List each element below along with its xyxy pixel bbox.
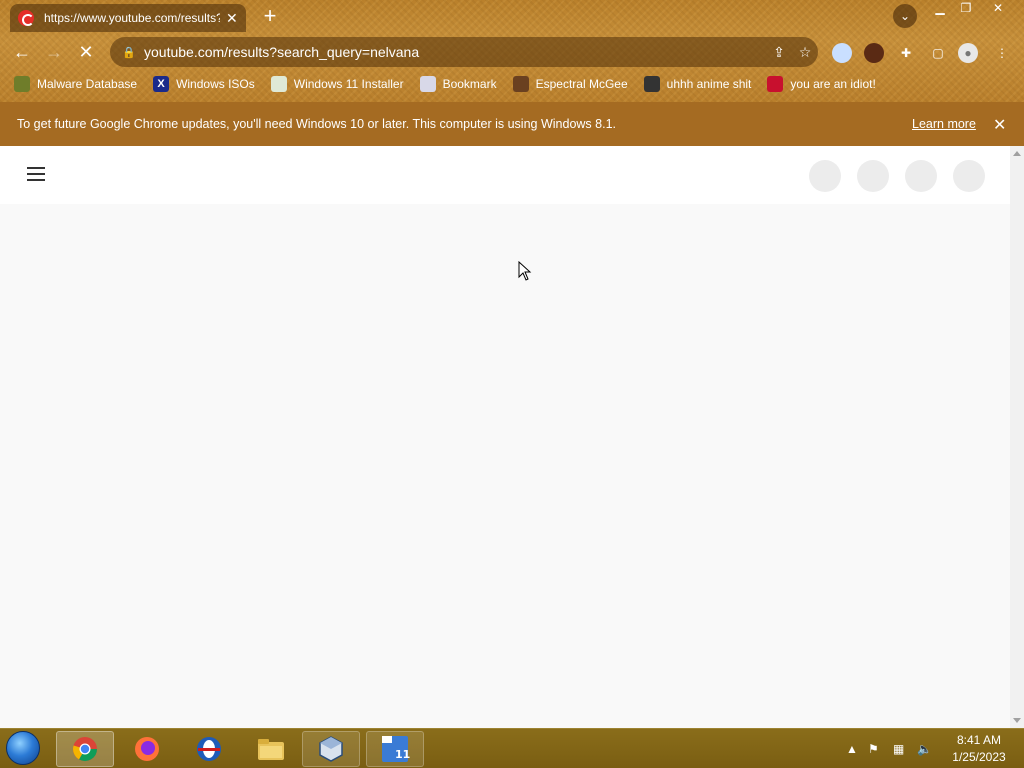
taskbar-opera[interactable] (180, 731, 238, 767)
placeholder-circle (809, 160, 841, 192)
youtube-masthead (0, 146, 1010, 204)
forward-button[interactable]: → (42, 40, 66, 64)
bookmark-malware-database[interactable]: Malware Database (14, 76, 137, 92)
extension-avatar-icon[interactable] (864, 43, 884, 63)
close-window-button[interactable]: ✕ (984, 0, 1012, 18)
bookmark-label: Espectral McGee (535, 77, 628, 91)
anime-face-icon (643, 76, 660, 92)
folder-icon (258, 739, 284, 760)
avatar-icon (512, 76, 529, 92)
scroll-down-arrow-icon[interactable] (1013, 718, 1021, 723)
youtube-icon (18, 10, 34, 26)
placeholder-circle (905, 160, 937, 192)
browser-tab[interactable]: https://www.youtube.com/results?search_q… (10, 4, 246, 32)
green-leaf-icon (14, 76, 30, 92)
bookmark-anime[interactable]: uhhh anime shit (643, 76, 752, 92)
bookmark-label: Malware Database (37, 77, 138, 91)
windows-11-icon: 11 (382, 736, 410, 762)
bookmark-windows-isos[interactable]: X Windows ISOs (153, 76, 255, 92)
windows-taskbar: 11 ▲ ⚑ ▦ 🔈 8:41 AM 1/25/2023 (0, 728, 1024, 768)
tab-title: https://www.youtube.com/results?search_q… (44, 11, 220, 25)
bookmark-label: Bookmark (442, 77, 497, 91)
taskbar-windows-11-vm[interactable]: 11 (366, 731, 424, 767)
clock-time: 8:41 AM (956, 733, 1002, 747)
back-button[interactable]: ← (10, 40, 34, 64)
bookmarks-bar: Malware Database X Windows ISOs Windows … (0, 72, 1024, 96)
taskbar-firefox[interactable] (118, 731, 176, 767)
windows-logo-icon (6, 731, 40, 765)
browser-toolbar: ← → ✕ 🔒 youtube.com/results?search_query… (0, 34, 1024, 70)
tab-search-icon[interactable]: ⌄ (893, 4, 917, 28)
share-icon[interactable]: ⇪ (766, 44, 792, 61)
bookmark-you-are-an-idiot[interactable]: you are an idiot! (767, 76, 876, 92)
extensions-puzzle-icon[interactable]: ✚ (896, 43, 916, 63)
flag-icon (767, 76, 784, 92)
close-tab-icon[interactable]: ✕ (226, 10, 238, 27)
update-infobar: To get future Google Chrome updates, you… (0, 102, 1024, 146)
scroll-up-arrow-icon[interactable] (1013, 151, 1021, 156)
placeholder-circle (953, 160, 985, 192)
restore-button[interactable]: ❐ (952, 0, 980, 18)
bookmark-label: Windows 11 Installer (293, 77, 404, 91)
chrome-icon (73, 737, 97, 762)
globe-icon (419, 76, 436, 92)
bookmark-windows-11-installer[interactable]: Windows 11 Installer (270, 76, 404, 92)
new-tab-button[interactable]: + (259, 5, 281, 28)
bookmark-star-icon[interactable]: ☆ (792, 44, 818, 61)
placeholder-circle (857, 160, 889, 192)
minimize-button[interactable]: ▁ (926, 0, 954, 18)
image-icon (270, 76, 287, 92)
clock-date: 1/25/2023 (952, 750, 1006, 764)
menu-kebab-icon[interactable]: ⋮ (992, 43, 1012, 63)
start-button[interactable] (6, 731, 46, 767)
opera-icon (197, 737, 221, 761)
svg-text:11: 11 (395, 748, 410, 761)
page-content (0, 146, 1010, 728)
browser-frame: https://www.youtube.com/results?search_q… (0, 0, 1024, 102)
x-icon: X (153, 76, 170, 92)
taskbar-file-explorer[interactable] (242, 731, 300, 767)
address-url[interactable]: youtube.com/results?search_query=nelvana (144, 44, 766, 60)
bookmark-label: Windows ISOs (176, 77, 255, 91)
bookmark-label: uhhh anime shit (666, 77, 752, 91)
bookmark-espectral-mcgee[interactable]: Espectral McGee (512, 76, 628, 92)
show-hidden-icons[interactable]: ▲ (846, 729, 858, 768)
page-scrollbar[interactable] (1010, 146, 1024, 728)
stop-loading-button[interactable]: ✕ (74, 40, 98, 64)
firefox-icon (135, 737, 159, 761)
infobar-message: To get future Google Chrome updates, you… (17, 117, 616, 131)
system-clock[interactable]: 8:41 AM 1/25/2023 (946, 732, 1012, 766)
extension-flag-icon[interactable] (832, 43, 852, 63)
action-center-flag-icon[interactable]: ⚑ (868, 729, 879, 768)
taskbar-virtualbox[interactable] (302, 731, 360, 767)
virtualbox-icon (319, 736, 343, 762)
lock-icon[interactable]: 🔒 (122, 46, 136, 59)
close-infobar-icon[interactable]: ✕ (993, 115, 1006, 135)
learn-more-link[interactable]: Learn more (912, 117, 976, 131)
volume-icon[interactable]: 🔈 (917, 729, 932, 768)
side-panel-icon[interactable]: ▢ (928, 43, 948, 63)
bookmark-generic[interactable]: Bookmark (419, 76, 497, 92)
taskbar-chrome[interactable] (56, 731, 114, 767)
network-icon[interactable]: ▦ (893, 729, 904, 768)
hamburger-menu-icon[interactable] (27, 167, 45, 181)
address-bar[interactable]: 🔒 youtube.com/results?search_query=nelva… (110, 37, 818, 67)
bookmark-label: you are an idiot! (790, 77, 876, 91)
profile-avatar-icon[interactable]: ● (958, 43, 978, 63)
